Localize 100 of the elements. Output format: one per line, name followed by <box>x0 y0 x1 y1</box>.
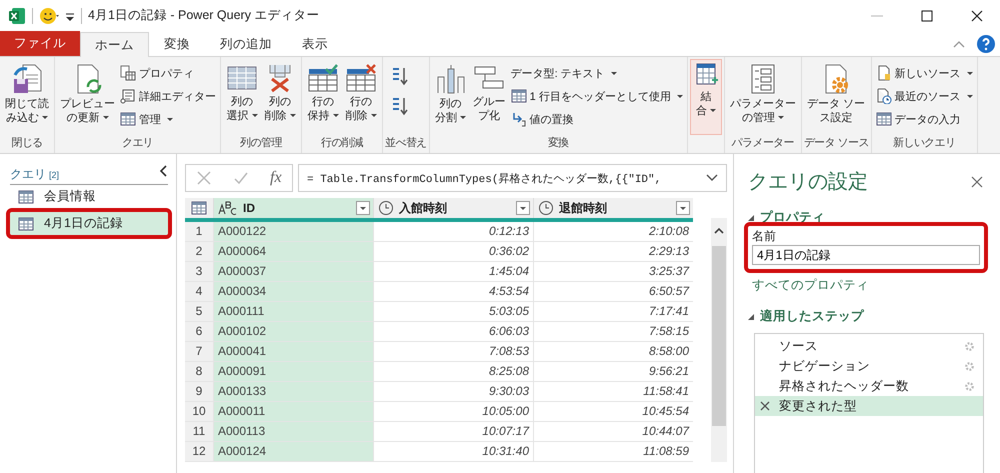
scroll-up-icon[interactable] <box>712 226 726 236</box>
table-icon <box>18 216 34 230</box>
group-label: 並べ替え <box>385 136 427 151</box>
caret-icon <box>332 114 338 118</box>
filter-dropdown-icon[interactable] <box>356 201 370 215</box>
ribbon-tab[interactable]: ホーム <box>80 32 149 57</box>
step-item[interactable]: 変更された型 <box>755 396 983 416</box>
row-number: 9 <box>185 382 213 401</box>
ribbon-button[interactable]: 閉じて読 み込む <box>2 60 52 135</box>
group-label: 行の削減 <box>320 136 364 151</box>
close-icon[interactable] <box>970 8 984 22</box>
text-type-icon[interactable] <box>218 201 238 215</box>
column-header[interactable]: 退館時刻 <box>533 198 693 218</box>
table-icon <box>510 89 527 103</box>
caret-icon <box>710 109 716 112</box>
table-cell: 8:58:00 <box>533 342 693 361</box>
group-label: データ ソース <box>804 136 869 151</box>
row-number: 8 <box>185 362 213 381</box>
remove-rows-icon <box>345 63 377 93</box>
step-item[interactable]: ソース <box>755 336 983 356</box>
step-item[interactable]: ナビゲーション <box>755 356 983 376</box>
formula-field[interactable]: = Table.TransformColumnTypes(昇格されたヘッダー数,{{"ID", <box>298 164 727 192</box>
column-header[interactable]: ID <box>213 198 373 218</box>
query-item[interactable]: 会員情報 <box>10 185 168 208</box>
ribbon-button[interactable]: 1 行目をヘッダーとして使用 <box>508 85 685 107</box>
caret-icon <box>610 72 617 74</box>
group-label: 列の管理 <box>239 136 284 151</box>
smiley-icon[interactable] <box>39 6 59 24</box>
collapse-triangle-icon[interactable] <box>748 214 754 220</box>
keep-rows-icon <box>307 63 339 93</box>
split-column-icon <box>434 63 467 95</box>
ribbon-button[interactable]: データ ソー ス設定 <box>804 60 868 135</box>
group-label: 変換 <box>546 136 570 151</box>
help-icon[interactable] <box>976 34 996 54</box>
ribbon-button[interactable]: 列の 選択 <box>223 60 261 135</box>
delete-step-icon[interactable] <box>759 400 771 412</box>
table-cell: A000102 <box>213 322 373 341</box>
sort-ascending-icon[interactable] <box>391 66 409 86</box>
table-cell: A000122 <box>213 222 373 241</box>
maximize-icon[interactable] <box>920 8 934 22</box>
collapse-triangle-icon[interactable] <box>748 314 754 320</box>
ribbon-button[interactable]: データの入力 <box>874 108 975 130</box>
file-tab[interactable]: ファイル <box>0 31 80 56</box>
ribbon-button[interactable]: 新しいソース <box>874 62 975 84</box>
ribbon-button[interactable]: データ型: テキスト <box>508 62 685 84</box>
collapse-pane-icon[interactable] <box>158 164 168 178</box>
ribbon-tab[interactable]: 列の追加 <box>205 31 287 56</box>
column-header[interactable]: 入館時刻 <box>373 198 533 218</box>
function-button[interactable]: fx <box>270 169 282 187</box>
ribbon-button[interactable]: 行の 削除 <box>342 60 380 135</box>
ribbon-button[interactable]: 値の置換 <box>508 108 685 130</box>
table-cell: 4:53:54 <box>373 282 533 301</box>
caret-icon <box>102 116 108 120</box>
row-number: 4 <box>185 282 213 301</box>
all-properties-link[interactable]: すべてのプロパティ <box>748 277 984 294</box>
caret-icon <box>460 116 466 120</box>
table-cell: 10:07:17 <box>373 422 533 441</box>
table-cell: 7:17:41 <box>533 302 693 321</box>
caret-icon <box>252 114 258 118</box>
collapse-ribbon-icon[interactable] <box>952 38 966 48</box>
ribbon-button[interactable]: 行の 保持 <box>304 60 342 135</box>
window-title: 4月1日の記録 - Power Query エディター <box>88 7 320 24</box>
name-field[interactable]: 4月1日の記録 <box>752 245 980 265</box>
row-number: 5 <box>185 302 213 321</box>
ribbon-tab[interactable]: 変換 <box>149 31 205 56</box>
ribbon-button[interactable]: プレビュー の更新 <box>57 60 118 135</box>
expand-icon[interactable] <box>706 174 718 182</box>
step-item[interactable]: 昇格されたヘッダー数 <box>755 376 983 396</box>
properties-icon <box>120 65 136 81</box>
sort-descending-icon[interactable] <box>391 96 409 116</box>
ribbon-button[interactable]: パラメーター の管理 <box>726 60 799 135</box>
ribbon-button[interactable]: プロパティ <box>118 62 218 84</box>
ribbon-button[interactable]: 詳細エディター <box>118 85 218 107</box>
check-icon[interactable] <box>233 170 250 186</box>
ribbon-button[interactable]: 管理 <box>118 108 218 130</box>
table-cell: A000041 <box>213 342 373 361</box>
filter-dropdown-icon[interactable] <box>676 201 690 215</box>
ribbon-button[interactable]: 列の 削除 <box>261 60 299 135</box>
clock-icon[interactable] <box>538 200 554 216</box>
ribbon-tab[interactable]: 表示 <box>287 31 343 56</box>
scrollbar-thumb[interactable] <box>712 246 726 426</box>
ribbon-button[interactable]: 列の 分割 <box>432 60 470 135</box>
table-cell: A000113 <box>213 422 373 441</box>
table-cell: 2:10:08 <box>533 222 693 241</box>
scroll-icon <box>120 88 136 104</box>
queries-title: クエリ <box>10 166 46 183</box>
ribbon-button[interactable]: 結 合 <box>690 59 722 135</box>
row-number: 3 <box>185 262 213 281</box>
ribbon-button[interactable]: グルー プ化 <box>470 60 509 135</box>
clock-icon[interactable] <box>378 200 394 216</box>
filter-dropdown-icon[interactable] <box>516 201 530 215</box>
query-item[interactable]: 4月1日の記録 <box>10 212 168 235</box>
row-number: 7 <box>185 342 213 361</box>
table-cell: A000124 <box>213 442 373 461</box>
caret-icon <box>966 94 973 98</box>
row-number: 12 <box>185 442 213 461</box>
table-icon <box>120 112 136 126</box>
group-label: 新しいクエリ <box>892 136 956 151</box>
ribbon-button[interactable]: 最近のソース <box>874 85 975 107</box>
query-count: [2] <box>49 170 60 180</box>
